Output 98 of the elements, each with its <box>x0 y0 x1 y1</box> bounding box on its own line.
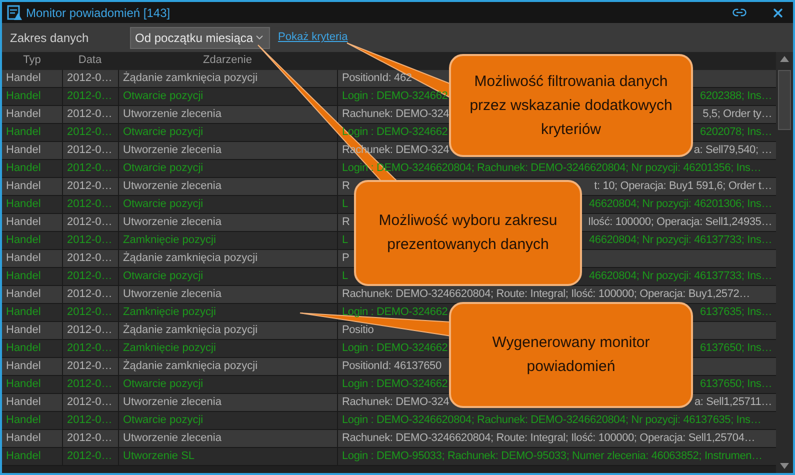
table-cell-text: Handel <box>5 179 42 194</box>
table-cell-text: 46620804; Nr pozycji: 46137733; Ins… <box>589 233 772 248</box>
table-cell-text: Handel <box>5 449 42 464</box>
table-cell-text: a: Sell1,25711… <box>694 395 772 410</box>
table-cell-text: Handel <box>5 269 42 284</box>
table-cell-text: Login : DEMO-324662 <box>342 305 448 320</box>
table-cell: 2012-0… <box>62 88 118 105</box>
table-cell-text: 6137650; Ins… <box>700 377 772 392</box>
table-cell: 2012-0… <box>62 142 118 159</box>
table-cell-text: Handel <box>5 89 42 104</box>
table-cell: 2012-0… <box>62 304 118 321</box>
table-cell: 2012-0… <box>62 412 118 429</box>
table-cell-text: Handel <box>5 305 42 320</box>
table-cell-text: PositionId: 462 <box>342 71 412 86</box>
table-cell: Otwarcie pozycji <box>118 268 337 285</box>
table-cell-text: Login : DEMO-324662 <box>342 89 448 104</box>
table-cell: Zamknięcie pozycji <box>118 232 337 249</box>
table-cell-text: Positio <box>342 323 374 338</box>
table-cell-text: Handel <box>5 71 42 86</box>
table-cell: 2012-0… <box>62 394 118 411</box>
table-cell: Otwarcie pozycji <box>118 196 337 213</box>
table-cell: 2012-0… <box>62 70 118 87</box>
table-cell-text: R <box>342 179 350 194</box>
table-cell-text: L <box>342 197 348 212</box>
table-cell-text: 6202078; Ins… <box>700 125 772 140</box>
table-cell: 2012-0… <box>62 286 118 303</box>
table-cell: 2012-0… <box>62 268 118 285</box>
table-cell-text: Login : DEMO-324662 <box>342 341 448 356</box>
table-cell-text: Login : DEMO-3246620804; Rachunek: DEMO-3246620804; Nr pozycji: 46137635; Ins… <box>342 413 762 428</box>
table-cell-text: Handel <box>5 323 42 338</box>
table-cell-text: Handel <box>5 395 42 410</box>
table-cell: Utworzenie SL <box>118 448 337 465</box>
table-cell: 2012-0… <box>62 448 118 465</box>
table-cell-text: Rachunek: DEMO-324 <box>342 107 450 122</box>
table-cell-text: Handel <box>5 431 42 446</box>
callout-tooltip: Możliwość wyboru zakresu prezentowanych danych <box>354 180 582 286</box>
table-cell-text: Handel <box>5 251 42 266</box>
table-cell-text: Handel <box>5 197 42 212</box>
table-cell: 2012-0… <box>62 196 118 213</box>
table-cell: Żądanie zamknięcia pozycji <box>118 322 337 339</box>
table-cell: 2012-0… <box>62 430 118 447</box>
table-cell: Utworzenie zlecenia <box>118 394 337 411</box>
table-cell: 2012-0… <box>62 214 118 231</box>
table-cell-text: Handel <box>5 143 42 158</box>
callout-tooltip: Możliwość filtrowania danych przez wskazanie dodatkowych kryteriów <box>449 54 693 157</box>
table-cell: 2012-0… <box>62 250 118 267</box>
table-cell: Żądanie zamknięcia pozycji <box>118 358 337 375</box>
table-cell-text: Handel <box>5 215 42 230</box>
table-cell: Zamknięcie pozycji <box>118 340 337 357</box>
table-cell: 2012-0… <box>62 322 118 339</box>
window-title: Monitor powiadomień [143] <box>26 4 170 22</box>
table-cell-text: 5,5; Order ty… <box>702 107 772 122</box>
table-cell-text: Handel <box>5 107 42 122</box>
table-cell-text: Handel <box>5 413 42 428</box>
table-cell-text: t: 10; Operacja: Buy1 591,6; Order t… <box>594 179 772 194</box>
table-cell: 2012-0… <box>62 358 118 375</box>
table-cell: 2012-0… <box>62 160 118 177</box>
table-cell-text: L <box>342 233 348 248</box>
table-cell-text: Handel <box>5 233 42 248</box>
table-cell-text: P <box>342 251 350 266</box>
table-cell-text: a: Sell79,540; … <box>694 143 772 158</box>
table-cell: 2012-0… <box>62 376 118 393</box>
table-cell: Utworzenie zlecenia <box>118 430 337 447</box>
table-cell: 2012-0… <box>62 178 118 195</box>
table-cell: Otwarcie pozycji <box>118 376 337 393</box>
table-cell-text: 6137650; Ins… <box>700 341 772 356</box>
table-cell-text: 6137635; Ins… <box>700 305 772 320</box>
table-cell: 2012-0… <box>62 124 118 141</box>
range-label: Zakres danych <box>10 30 90 46</box>
table-cell: 2012-0… <box>62 106 118 123</box>
table-cell-text: Rachunek: DEMO-3246620804; Route: Integral; Ilość: 100000; Operacja: Buy1,2572… <box>342 287 750 302</box>
table-cell-text: Handel <box>5 377 42 392</box>
table-cell: Otwarcie pozycji <box>118 412 337 429</box>
table-cell-text: L <box>342 269 348 284</box>
table-cell-text: PositionId: 46137650 <box>342 359 442 374</box>
table-cell: Otwarcie pozycji <box>118 160 337 177</box>
table-cell-text: Rachunek: DEMO-324 <box>342 395 450 410</box>
table-cell-text: Ilość: 100000; Operacja: Sell1,24935… <box>588 215 772 230</box>
table-cell-text: Handel <box>5 125 42 140</box>
table-cell-text: 46620804; Nr pozycji: 46201306; Ins… <box>589 197 772 212</box>
table-cell-text: Handel <box>5 161 42 176</box>
table-cell: 2012-0… <box>62 232 118 249</box>
table-cell: 2012-0… <box>62 340 118 357</box>
table-cell: Żądanie zamknięcia pozycji <box>118 250 337 267</box>
table-cell-text: Handel <box>5 359 42 374</box>
table-cell: Utworzenie zlecenia <box>118 214 337 231</box>
table-cell-text: 46620804; Nr pozycji: 46137733; Ins… <box>589 269 772 284</box>
table-cell: Utworzenie zlecenia <box>118 286 337 303</box>
table-cell-text: Handel <box>5 287 42 302</box>
table-cell-text: Rachunek: DEMO-3246620804; Route: Integral; Ilość: 100000; Operacja: Sell1,25704… <box>342 431 756 446</box>
table-cell-text: 6202388; Ins… <box>700 89 772 104</box>
table-cell-text: Handel <box>5 341 42 356</box>
table-cell: Utworzenie zlecenia <box>118 142 337 159</box>
table-cell-text: R <box>342 215 350 230</box>
callout-tooltip: Wygenerowany monitor powiadomień <box>449 302 693 408</box>
table-cell: Utworzenie zlecenia <box>118 178 337 195</box>
table-cell-text: Login : DEMO-95033; Rachunek: DEMO-95033; Numer zlecenia: 46063852; Instrumen… <box>342 449 762 464</box>
table-cell-text: Login : DEMO-324662 <box>342 377 448 392</box>
